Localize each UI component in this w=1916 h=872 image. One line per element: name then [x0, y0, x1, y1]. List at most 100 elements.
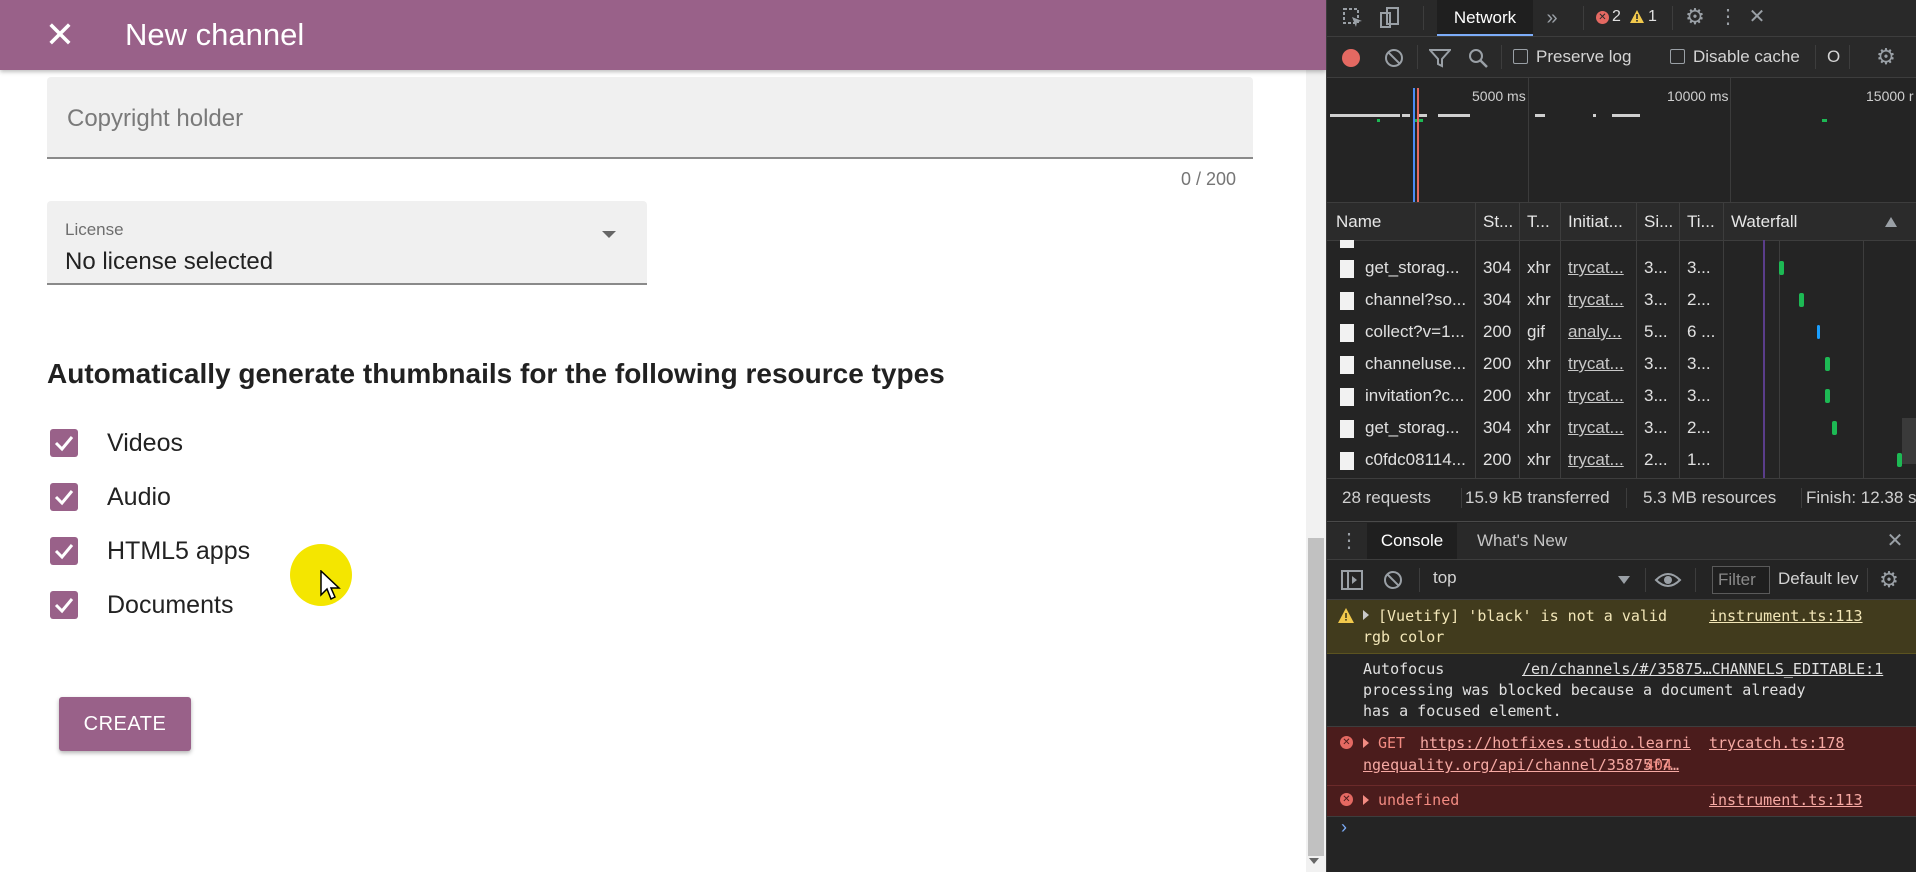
drawer-menu-icon[interactable]: ⋮ — [1339, 529, 1359, 553]
warning-count-icon — [1630, 10, 1644, 23]
message-source-link[interactable]: instrument.ts:113 — [1709, 606, 1863, 627]
checkbox-row-audio[interactable]: Audio — [50, 481, 370, 515]
console-settings-icon[interactable]: ⚙ — [1877, 568, 1901, 592]
console-prompt-icon: › — [1341, 817, 1347, 837]
table-row[interactable]: channel?so... 304 xhr trycat... 3... 2..… — [1327, 284, 1916, 316]
waterfall-bar — [1825, 389, 1830, 403]
table-row[interactable]: get_storag... 304 xhr trycat... 3... 2..… — [1327, 412, 1916, 444]
sidebar-toggle-icon[interactable] — [1341, 570, 1363, 590]
column-header-type[interactable]: T... — [1527, 212, 1557, 232]
checkbox-label: Documents — [107, 591, 234, 619]
expand-arrow-icon[interactable] — [1363, 795, 1369, 805]
request-status: 304 — [1483, 258, 1512, 277]
eye-icon[interactable] — [1654, 570, 1682, 590]
close-devtools-icon[interactable]: ✕ — [1746, 5, 1768, 29]
console-message-warning: [Vuetify] 'black' is not a valid instrum… — [1327, 600, 1916, 653]
search-icon[interactable] — [1467, 47, 1489, 69]
request-time: 1... — [1687, 450, 1711, 469]
error-count[interactable]: 2 — [1612, 8, 1621, 26]
console-input[interactable] — [1363, 818, 1903, 844]
column-header-time[interactable]: Ti... — [1687, 212, 1721, 232]
close-drawer-icon[interactable]: ✕ — [1884, 529, 1906, 553]
checkbox-label: Audio — [107, 483, 171, 511]
request-initiator-link[interactable]: trycat... — [1568, 418, 1624, 438]
more-options-icon[interactable]: ⋮ — [1718, 5, 1738, 29]
tab-whats-new[interactable]: What's New — [1477, 523, 1567, 559]
device-toolbar-icon[interactable] — [1377, 6, 1401, 30]
column-header-status[interactable]: St... — [1483, 212, 1517, 232]
dropdown-arrow-icon[interactable] — [602, 231, 616, 238]
request-url-link[interactable]: ngequality.org/api/channel/35875f7… — [1363, 755, 1679, 776]
checkmark-icon — [54, 490, 74, 506]
column-header-waterfall[interactable]: Waterfall — [1731, 212, 1851, 232]
tab-network[interactable]: Network — [1437, 0, 1533, 36]
table-row[interactable]: get_storag... 304 xhr trycat... 3... 3..… — [1327, 252, 1916, 284]
record-icon[interactable] — [1342, 49, 1360, 67]
videos-checkbox[interactable] — [50, 429, 78, 457]
request-status: 200 — [1483, 386, 1512, 405]
message-text: rgb color — [1363, 628, 1445, 646]
license-select[interactable]: License No license selected — [47, 201, 647, 285]
create-button[interactable]: CREATE — [59, 697, 191, 751]
table-row[interactable]: collect?v=1... 200 gif analy... 5... 6 .… — [1327, 316, 1916, 348]
mouse-cursor-icon — [320, 570, 341, 601]
documents-checkbox[interactable] — [50, 591, 78, 619]
audio-checkbox[interactable] — [50, 483, 78, 511]
clear-console-icon[interactable] — [1383, 570, 1403, 590]
column-header-size[interactable]: Si... — [1644, 212, 1678, 232]
table-row[interactable]: channeluse... 200 xhr trycat... 3... 3..… — [1327, 348, 1916, 380]
checkmark-icon — [54, 436, 74, 452]
log-levels-select[interactable]: Default lev — [1778, 569, 1860, 589]
close-icon[interactable]: ✕ — [40, 15, 80, 55]
request-initiator-link[interactable]: trycat... — [1568, 290, 1624, 310]
summary-requests: 28 requests — [1342, 488, 1431, 507]
scroll-down-arrow-icon[interactable] — [1309, 858, 1319, 864]
settings-gear-icon[interactable]: ⚙ — [1683, 5, 1707, 29]
inspect-element-icon[interactable] — [1341, 6, 1365, 30]
message-source-link[interactable]: trycatch.ts:178 — [1709, 733, 1844, 754]
request-initiator-link[interactable]: analy... — [1568, 322, 1622, 342]
scrollbar-thumb[interactable] — [1308, 538, 1324, 856]
file-icon — [1340, 452, 1354, 470]
message-source-link[interactable]: /en/channels/#/35875…CHANNELS_EDITABLE:1 — [1522, 659, 1883, 680]
tab-console[interactable]: Console — [1367, 523, 1457, 559]
preserve-log-checkbox[interactable] — [1513, 49, 1528, 64]
column-header-name[interactable]: Name — [1336, 212, 1446, 232]
copyright-holder-input[interactable] — [65, 99, 1215, 139]
clear-icon[interactable] — [1384, 48, 1404, 68]
column-header-initiator[interactable]: Initiat... — [1568, 212, 1632, 232]
filter-icon[interactable] — [1429, 48, 1451, 68]
table-row[interactable]: invitation?c... 200 xhr trycat... 3... 3… — [1327, 380, 1916, 412]
message-text: Autofocus — [1363, 660, 1445, 678]
request-time: 6 ... — [1687, 322, 1716, 341]
network-overview-timeline[interactable]: 5000 ms 10000 ms 15000 r — [1327, 78, 1916, 202]
table-row[interactable] — [1327, 240, 1916, 248]
file-icon — [1340, 292, 1354, 310]
disable-cache-checkbox[interactable] — [1670, 49, 1685, 64]
request-url-link[interactable]: https://hotfixes.studio.learni — [1420, 733, 1691, 754]
checkbox-row-videos[interactable]: Videos — [50, 427, 370, 461]
console-filter-input[interactable] — [1712, 566, 1770, 594]
more-tabs-icon[interactable]: » — [1541, 6, 1563, 30]
html5-apps-checkbox[interactable] — [50, 537, 78, 565]
waterfall-bar — [1799, 293, 1804, 307]
warning-count[interactable]: 1 — [1648, 8, 1657, 26]
request-initiator-link[interactable]: trycat... — [1568, 386, 1624, 406]
request-type: xhr — [1527, 418, 1551, 437]
request-initiator-link[interactable]: trycat... — [1568, 354, 1624, 374]
checkbox-label: Videos — [107, 429, 183, 457]
table-scrollbar-thumb[interactable] — [1902, 418, 1916, 464]
expand-arrow-icon[interactable] — [1363, 610, 1369, 620]
request-initiator-link[interactable]: trycat... — [1568, 258, 1624, 278]
sort-ascending-icon[interactable] — [1885, 217, 1897, 227]
message-source-link[interactable]: instrument.ts:113 — [1709, 790, 1863, 811]
chevron-down-icon[interactable] — [1618, 576, 1630, 584]
context-select[interactable]: top — [1433, 568, 1633, 592]
expand-arrow-icon[interactable] — [1363, 738, 1369, 748]
network-settings-icon[interactable]: ⚙ — [1874, 45, 1898, 69]
copyright-holder-field[interactable] — [47, 77, 1253, 159]
network-summary-bar: 28 requests 15.9 kB transferred 5.3 MB r… — [1327, 480, 1916, 516]
throttling-select[interactable]: O — [1827, 47, 1840, 67]
request-initiator-link[interactable]: trycat... — [1568, 450, 1624, 470]
table-row[interactable]: c0fdc08114... 200 xhr trycat... 2... 1..… — [1327, 444, 1916, 476]
